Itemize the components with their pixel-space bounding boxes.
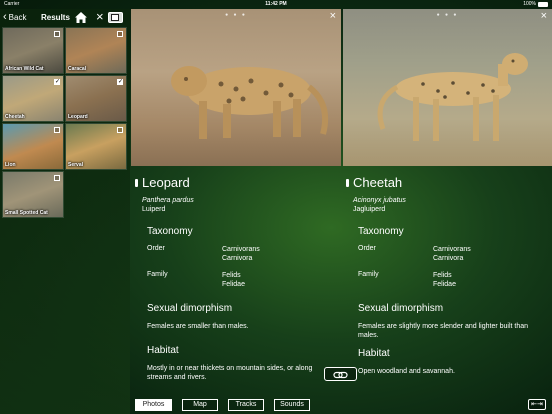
family-value-latin: Felidae <box>222 281 245 288</box>
sidebar-title: Results <box>41 13 70 22</box>
thumbnail-label: Serval <box>68 162 84 168</box>
media-tab-bar: Photos Map Tracks Sounds <box>135 399 310 411</box>
tab-tracks[interactable]: Tracks <box>228 399 264 411</box>
page-dots: ● ● ● <box>225 12 247 18</box>
order-row: Order Carnivorans Carnivora <box>147 245 335 263</box>
habitat-text: Open woodland and savannah. <box>358 368 455 375</box>
back-button[interactable]: ‹ Back <box>3 12 26 23</box>
compare-icon[interactable] <box>108 12 123 23</box>
dimorphism-text: Females are slightly more slender and li… <box>358 323 529 339</box>
scientific-name: Panthera pardus <box>142 197 194 204</box>
leopard-illustration <box>171 66 329 139</box>
local-name: Jagluiperd <box>353 206 386 213</box>
select-checkbox[interactable] <box>117 127 123 133</box>
select-checkbox-checked[interactable] <box>54 78 60 85</box>
taxonomy-heading: Taxonomy <box>358 226 404 237</box>
close-icon[interactable]: × <box>330 10 336 22</box>
thumbnail-label: Small Spotted Cat <box>5 210 48 216</box>
scientific-name: Acinonyx jubatus <box>353 197 406 204</box>
link-scroll-button[interactable] <box>324 367 357 381</box>
order-value: Carnivorans Carnivora <box>433 245 471 263</box>
dimorphism-text: Females are smaller than males. <box>147 323 249 330</box>
species-marker <box>135 178 138 187</box>
family-value-common: Felids <box>433 272 452 279</box>
order-value-latin: Carnivora <box>433 255 464 262</box>
taxonomy-heading: Taxonomy <box>147 226 193 237</box>
close-icon[interactable]: × <box>96 10 104 24</box>
thumbnail-serval[interactable]: Serval <box>65 123 127 170</box>
tab-photos[interactable]: Photos <box>135 399 172 411</box>
page-dots: ● ● ● <box>436 12 459 18</box>
family-row: Family Felids Felidae <box>358 271 546 289</box>
link-icon <box>333 371 348 379</box>
select-checkbox-checked[interactable] <box>117 78 123 85</box>
habitat-heading: Habitat <box>147 345 179 356</box>
thumbnail-label: Cheetah <box>5 114 25 120</box>
species-panel-right: Cheetah Acinonyx jubatus Jagluiperd Taxo… <box>346 175 546 376</box>
thumbnail-label: Caracal <box>68 66 87 72</box>
battery-percent: 100% <box>523 1 536 7</box>
family-value: Felids Felidae <box>433 271 456 289</box>
order-key: Order <box>358 245 376 252</box>
tab-sounds[interactable]: Sounds <box>274 399 310 411</box>
back-label: Back <box>8 13 27 22</box>
species-name-text: Cheetah <box>353 175 403 190</box>
thumbnail-african-wild-cat[interactable]: African Wild Cat <box>2 27 64 74</box>
select-checkbox[interactable] <box>54 127 60 133</box>
cheetah-illustration <box>377 53 528 141</box>
chevron-left-icon: ‹ <box>3 11 7 23</box>
species-marker <box>346 178 349 187</box>
family-value-latin: Felidae <box>433 281 456 288</box>
order-key: Order <box>147 245 165 252</box>
close-icon[interactable]: × <box>541 10 547 22</box>
thumbnail-label: Lion <box>5 162 16 168</box>
thumbnail-leopard[interactable]: Leopard <box>65 75 127 122</box>
results-sidebar: ‹ Back Results × African Wild Cat Caraca… <box>0 9 130 414</box>
family-key: Family <box>147 271 168 278</box>
sidebar-nav-bar: ‹ Back Results × <box>0 9 130 26</box>
thumbnail-caracal[interactable]: Caracal <box>65 27 127 74</box>
select-checkbox[interactable] <box>117 31 123 37</box>
clock: 11:42 PM <box>265 1 287 7</box>
family-value: Felids Felidae <box>222 271 245 289</box>
order-value: Carnivorans Carnivora <box>222 245 260 263</box>
local-name: Luiperd <box>142 206 166 213</box>
leopard-photo[interactable]: ● ● ● × <box>131 9 341 166</box>
species-name: Cheetah <box>346 175 546 190</box>
species-name-text: Leopard <box>142 175 190 190</box>
order-value-common: Carnivorans <box>433 246 471 253</box>
family-row: Family Felids Felidae <box>147 271 335 289</box>
thumbnail-small-spotted-cat[interactable]: Small Spotted Cat <box>2 171 64 218</box>
order-row: Order Carnivorans Carnivora <box>358 245 546 263</box>
battery-indicator: 100% <box>523 0 548 9</box>
dimorphism-heading: Sexual dimorphism <box>358 303 444 314</box>
select-checkbox[interactable] <box>54 175 60 181</box>
habitat-heading: Habitat <box>358 348 390 359</box>
thumbnail-label: African Wild Cat <box>5 66 44 72</box>
order-value-common: Carnivorans <box>222 246 260 253</box>
family-value-common: Felids <box>222 272 241 279</box>
swap-arrows-icon[interactable]: ⇤⇥ <box>528 399 546 410</box>
battery-icon <box>538 2 548 7</box>
thumbnail-cheetah[interactable]: Cheetah <box>2 75 64 122</box>
species-panel-left: Leopard Panthera pardus Luiperd Taxonomy… <box>135 175 335 382</box>
thumbnail-lion[interactable]: Lion <box>2 123 64 170</box>
home-icon[interactable] <box>75 12 87 23</box>
habitat-text: Mostly in or near thickets on mountain s… <box>147 365 313 381</box>
cheetah-photo[interactable]: ● ● ● × <box>343 9 552 166</box>
thumbnail-label: Leopard <box>68 114 88 120</box>
tab-map[interactable]: Map <box>182 399 218 411</box>
family-key: Family <box>358 271 379 278</box>
select-checkbox[interactable] <box>54 31 60 37</box>
dimorphism-heading: Sexual dimorphism <box>147 303 233 314</box>
order-value-latin: Carnivora <box>222 255 253 262</box>
status-bar: Carrier 11:42 PM 100% <box>0 0 552 9</box>
species-name: Leopard <box>135 175 335 190</box>
